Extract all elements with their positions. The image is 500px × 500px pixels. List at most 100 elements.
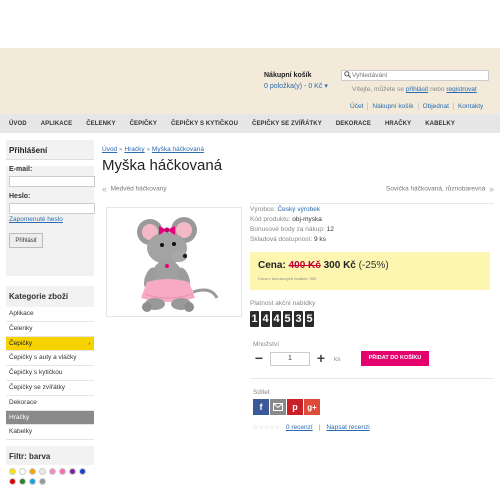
nav-item-aplikace[interactable]: APLIKACE xyxy=(34,121,79,127)
write-review-link[interactable]: Napsat recenzi xyxy=(326,424,369,431)
register-link[interactable]: registrovat xyxy=(446,86,476,93)
category-item-selected[interactable]: Čepičky › xyxy=(6,336,94,352)
breadcrumb-current[interactable]: Myška háčkovaná xyxy=(152,146,204,153)
nav-item-cepicky[interactable]: ČEPIČKY xyxy=(123,121,164,127)
top-links: Účet Nákupní košík Objednat Kontakty xyxy=(346,103,487,110)
category-item[interactable]: Čepičky s auty a vláčky xyxy=(6,351,94,367)
category-item[interactable]: Aplikace xyxy=(6,307,94,322)
color-swatch[interactable] xyxy=(39,468,46,476)
nav-item-cepicky-kyticka[interactable]: ČEPIČKY S KYTIČKOU xyxy=(164,121,245,127)
nav-item-celenky[interactable]: ČELENKY xyxy=(79,121,122,127)
rating-stars-icon: ☆☆☆☆☆ xyxy=(253,425,280,431)
share-divider xyxy=(250,378,494,379)
login-button[interactable]: Přihlásit xyxy=(9,233,43,248)
reviews-link[interactable]: 0 recenzí xyxy=(286,424,313,431)
category-item-label[interactable]: Čepičky xyxy=(9,340,32,347)
mouse-toy-illustration xyxy=(107,208,241,316)
offer-countdown: 1 4 4 5 3 5 xyxy=(250,311,314,327)
chevron-down-icon[interactable]: ▾ xyxy=(324,83,328,90)
color-swatch[interactable] xyxy=(19,478,26,486)
cart-summary-text[interactable]: 0 položka(y) - 0 Kč xyxy=(264,83,322,90)
nav-item-dekorace[interactable]: DEKORACE xyxy=(329,121,378,127)
checkout-link[interactable]: Objednat xyxy=(417,103,453,110)
cart-title: Nákupní košík xyxy=(264,72,312,79)
next-product[interactable]: Sovička háčkovaná, různobarevná » xyxy=(386,184,494,194)
color-swatch[interactable] xyxy=(29,468,36,476)
cart-summary[interactable]: 0 položka(y) - 0 Kč ▾ xyxy=(264,82,328,90)
category-item[interactable]: Kabelky xyxy=(6,425,94,441)
minus-icon[interactable]: − xyxy=(252,351,266,366)
rating-separator: | xyxy=(318,424,321,431)
nav-item-hracky[interactable]: HRAČKY xyxy=(378,121,418,127)
next-product-label[interactable]: Sovička háčkovaná, různobarevná xyxy=(386,186,485,193)
search-icon[interactable] xyxy=(342,71,352,80)
account-link[interactable]: Účet xyxy=(346,103,367,110)
forgot-password-link[interactable]: Zapomenuté heslo xyxy=(9,216,91,223)
category-item[interactable]: Čepičky s kytičkou xyxy=(6,366,94,381)
prev-product-label[interactable]: Medvěd háčkovaný xyxy=(111,186,167,193)
price-label: Cena: xyxy=(258,260,286,271)
countdown-digit: 3 xyxy=(294,311,303,327)
code-row: Kód produktu: obj-myska xyxy=(250,215,494,225)
plus-icon[interactable]: + xyxy=(314,351,328,366)
product-pagination: « Medvěd háčkovaný Sovička háčkovaná, rů… xyxy=(102,184,494,196)
breadcrumb-hracky[interactable]: Hračky xyxy=(124,146,144,153)
maker-row: Výrobce: Český výrobek xyxy=(250,205,494,215)
color-swatch[interactable] xyxy=(59,468,66,476)
color-swatch[interactable] xyxy=(9,468,16,476)
chevron-left-icon[interactable]: « xyxy=(102,184,107,194)
category-item-active[interactable]: Hračky xyxy=(6,410,94,426)
email-field[interactable] xyxy=(9,176,95,187)
login-link[interactable]: přihlásit xyxy=(406,86,428,93)
filter-title: Filtr: barva xyxy=(6,446,94,466)
countdown-digit: 5 xyxy=(305,311,314,327)
email-icon[interactable] xyxy=(270,399,286,415)
old-price: 400 Kč xyxy=(288,260,321,271)
breadcrumb-separator: » xyxy=(146,146,151,153)
nav-item-cepicky-zviratka[interactable]: ČEPIČKY SE ZVÍŘÁTKY xyxy=(245,121,329,127)
color-swatch[interactable] xyxy=(19,468,26,476)
add-to-cart-button[interactable]: PŘIDAT DO KOŠÍKU xyxy=(361,351,429,366)
search-input[interactable] xyxy=(352,72,482,79)
color-swatch[interactable] xyxy=(29,478,36,486)
breadcrumb-home[interactable]: Úvod xyxy=(102,146,117,153)
countdown-digit: 4 xyxy=(261,311,270,327)
maker-link[interactable]: Český výrobek xyxy=(277,206,320,213)
product-image[interactable] xyxy=(106,207,242,317)
nav-item-home[interactable]: ÚVOD xyxy=(2,121,34,127)
quantity-stepper: − 1 + ks xyxy=(252,351,341,366)
welcome-text: Vítejte, můžete se přihlásit nebo regist… xyxy=(352,86,477,93)
contacts-link[interactable]: Kontakty xyxy=(452,103,487,110)
code-value: obj-myska xyxy=(292,216,322,223)
maker-label: Výrobce: xyxy=(250,206,276,213)
countdown-digit: 1 xyxy=(250,311,259,327)
welcome-or: nebo xyxy=(430,86,445,93)
breadcrumb-separator: » xyxy=(119,146,123,153)
bonus-label: Bonusové body za nákup: xyxy=(250,226,325,233)
new-price: 300 Kč xyxy=(323,260,356,271)
product-details: Výrobce: Český výrobek Kód produktu: obj… xyxy=(250,205,494,245)
category-list: Aplikace Čelenky Čepičky › Čepičky s auty… xyxy=(6,307,94,441)
color-swatch[interactable] xyxy=(79,468,86,476)
category-item[interactable]: Čelenky xyxy=(6,321,94,337)
chevron-right-icon[interactable]: » xyxy=(489,184,494,194)
cart-link[interactable]: Nákupní košík xyxy=(367,103,417,110)
email-label: E-mail: xyxy=(9,166,33,173)
nav-item-kabelky[interactable]: KABELKY xyxy=(418,121,462,127)
color-swatch[interactable] xyxy=(49,468,56,476)
color-swatch[interactable] xyxy=(9,478,16,486)
stock-label: Skladová dostupnost: xyxy=(250,236,313,243)
facebook-icon[interactable]: f xyxy=(253,399,269,415)
color-swatch[interactable] xyxy=(69,468,76,476)
category-item[interactable]: Čepičky se zvířátky xyxy=(6,380,94,396)
google-plus-icon[interactable]: g+ xyxy=(304,399,320,415)
offer-validity-label: Platnost akční nabídky xyxy=(250,300,316,307)
pinterest-icon[interactable]: p xyxy=(287,399,303,415)
prev-product[interactable]: « Medvěd háčkovaný xyxy=(102,184,167,194)
quantity-input[interactable]: 1 xyxy=(270,352,310,366)
color-swatch[interactable] xyxy=(39,478,46,486)
bonus-row: Bonusové body za nákup: 12 xyxy=(250,225,494,235)
password-field[interactable] xyxy=(9,203,95,214)
search-box[interactable] xyxy=(341,70,489,81)
category-item[interactable]: Dekorace xyxy=(6,395,94,411)
